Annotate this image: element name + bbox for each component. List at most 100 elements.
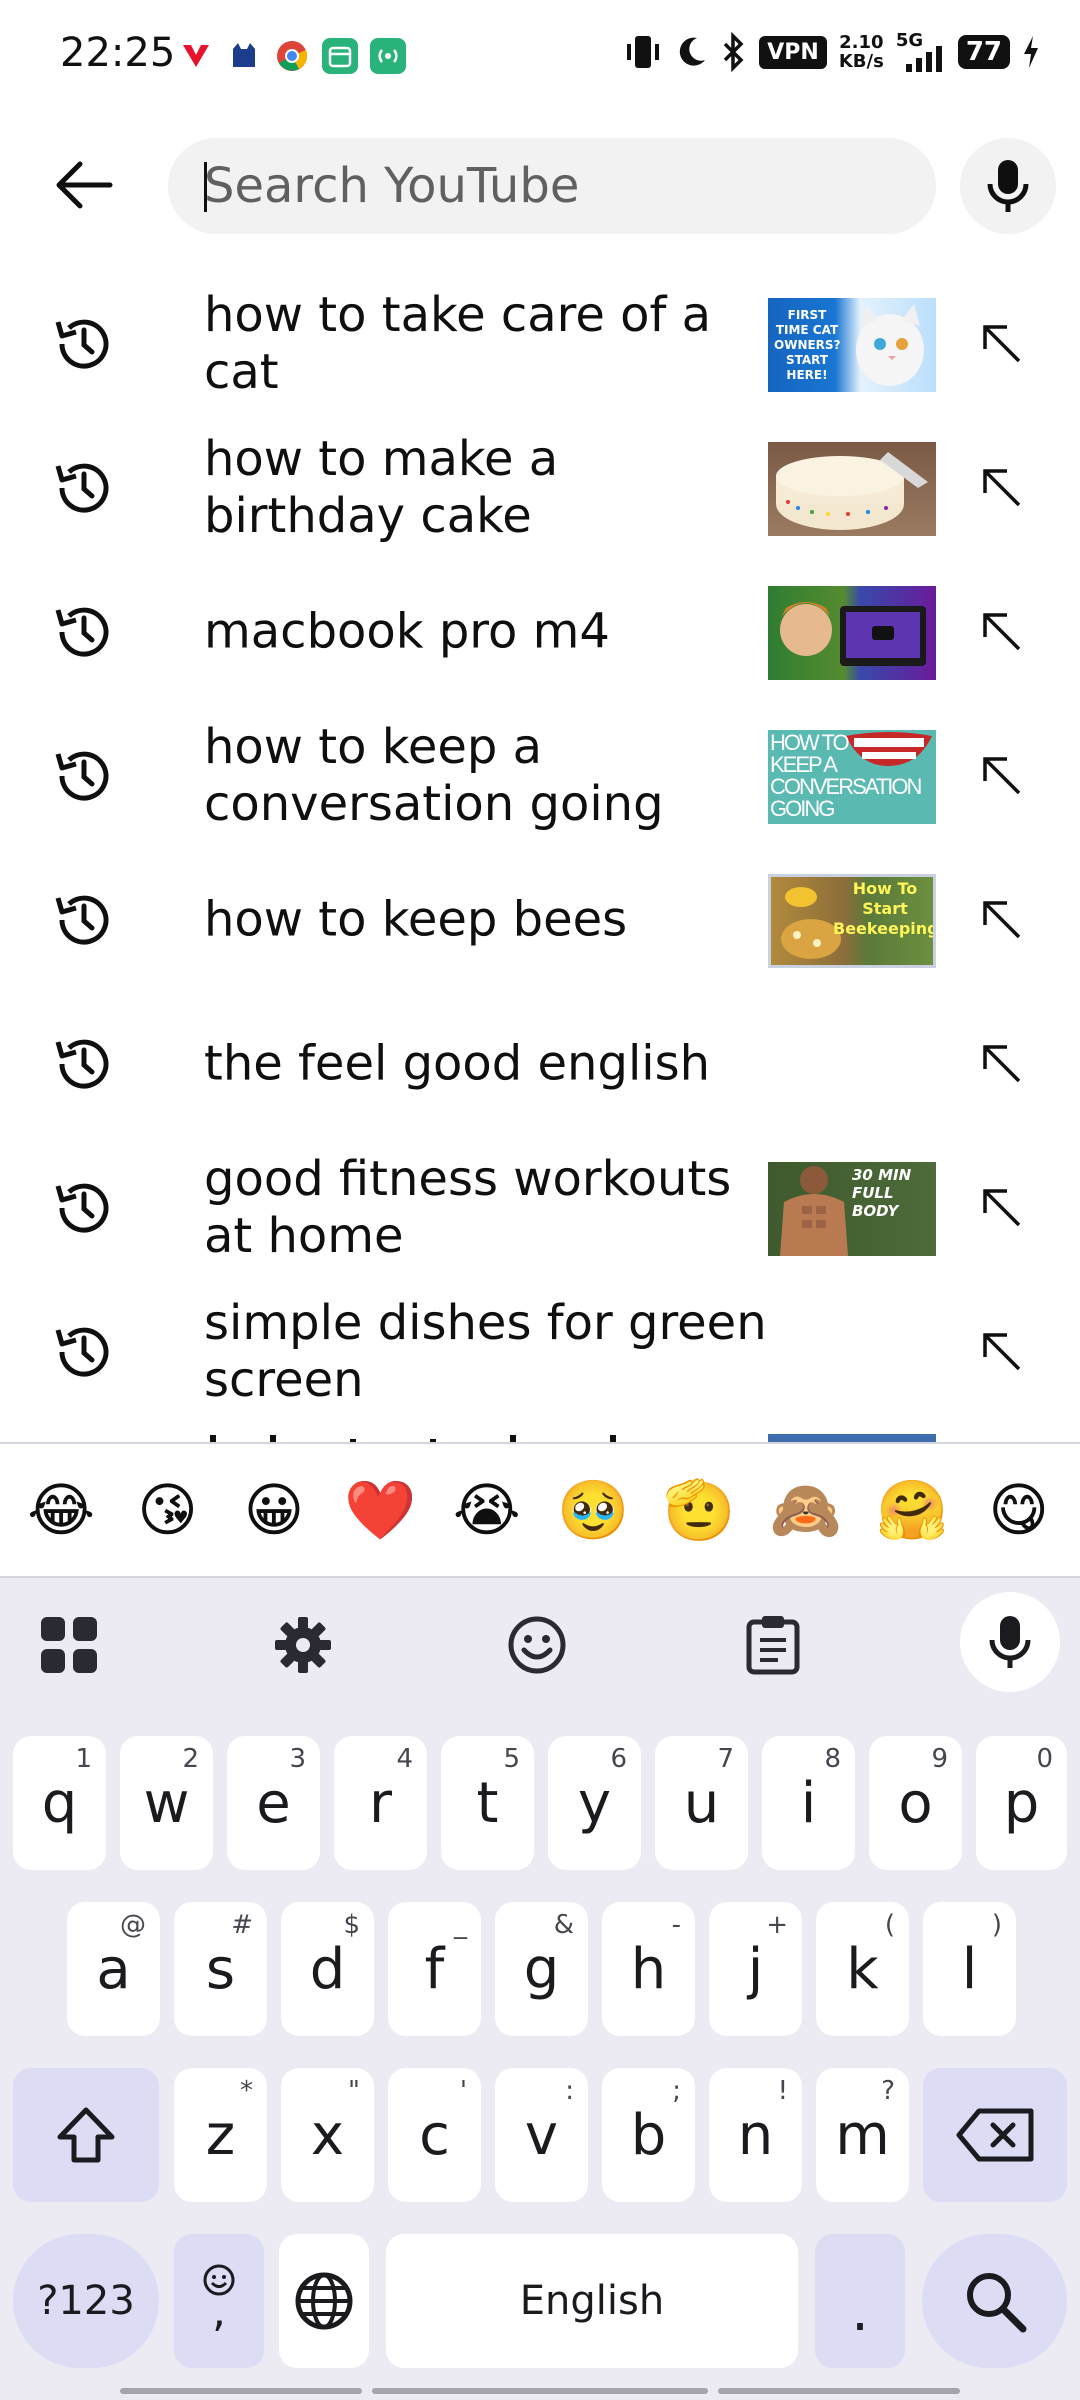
fill-query-button[interactable] [966, 308, 1036, 378]
suggestion-row[interactable]: how to make a birthday cake [0, 416, 1080, 560]
emoji-key[interactable]: 😘 [120, 1476, 216, 1544]
partial-thumbnail [768, 1434, 936, 1442]
key-i[interactable]: i8 [762, 1736, 855, 1870]
search-box[interactable] [168, 138, 936, 234]
fill-query-button[interactable] [966, 1316, 1036, 1386]
key-d[interactable]: d $ [281, 1902, 374, 2036]
key-label: , [212, 2286, 226, 2337]
key-u[interactable]: u7 [655, 1736, 748, 1870]
keyboard-voice-button[interactable] [960, 1592, 1060, 1692]
key-label: j [747, 1936, 764, 2002]
key-j[interactable]: j + [709, 1902, 802, 2036]
voice-search-button[interactable] [960, 138, 1056, 234]
space-key[interactable]: English [386, 2234, 798, 2368]
fill-query-button[interactable] [966, 1172, 1036, 1242]
key-y[interactable]: y6 [548, 1736, 641, 1870]
thumbnail-caption: FIRST TIME CAT OWNERS? START HERE! [774, 308, 841, 382]
key-a[interactable]: a @ [67, 1902, 160, 2036]
fill-query-button[interactable] [966, 884, 1036, 954]
fill-query-button[interactable] [966, 452, 1036, 522]
clipboard-button[interactable] [728, 1600, 818, 1690]
emoji-key[interactable]: 🫡 [652, 1476, 748, 1545]
comma-key[interactable]: , [174, 2234, 264, 2368]
key-hint: _ [454, 1910, 467, 1940]
key-g[interactable]: g & [495, 1902, 588, 2036]
emoji-key[interactable]: 😂 [13, 1476, 109, 1544]
key-p[interactable]: p0 [976, 1736, 1067, 1870]
key-label: English [519, 2278, 665, 2324]
globe-icon [295, 2272, 353, 2330]
fill-query-button[interactable] [966, 596, 1036, 666]
key-hint: : [565, 2076, 574, 2106]
emoji-key[interactable]: 🥹 [545, 1476, 641, 1545]
key-l[interactable]: l) [923, 1902, 1016, 2036]
key-f[interactable]: f _ [388, 1902, 481, 2036]
suggestion-text: simple dishes for green screen [204, 1295, 767, 1408]
period-key[interactable]: . [815, 2234, 905, 2368]
history-icon [44, 888, 124, 952]
suggestion-row[interactable]: how to keep bees How To Start Beekeeping [0, 848, 1080, 992]
key-hint: 3 [289, 1744, 306, 1774]
key-hint: 6 [610, 1744, 627, 1774]
key-z[interactable]: z * [174, 2068, 267, 2202]
charging-icon [1024, 36, 1038, 68]
key-label: u [683, 1770, 720, 1836]
suggestion-row[interactable]: good fitness workouts at home 30 MIN FUL… [0, 1136, 1080, 1280]
key-hint: 2 [182, 1744, 199, 1774]
back-button[interactable] [44, 150, 124, 220]
emoji-key[interactable]: 🤗 [864, 1476, 960, 1545]
emoji-keyboard-button[interactable] [492, 1600, 582, 1690]
key-v[interactable]: v: [495, 2068, 588, 2202]
emoji-key[interactable]: 😋 [971, 1476, 1067, 1544]
key-o[interactable]: o9 [869, 1736, 962, 1870]
key-n[interactable]: n! [709, 2068, 802, 2202]
nav-gesture-handle[interactable] [372, 2388, 708, 2394]
symbols-key[interactable]: ?123 [13, 2234, 159, 2368]
suggestion-row[interactable]: macbook pro m4 [0, 560, 1080, 704]
key-label: s [205, 1936, 236, 2002]
suggestion-row[interactable]: simple dishes for green screen [0, 1280, 1080, 1424]
key-t[interactable]: t5 [441, 1736, 534, 1870]
key-e[interactable]: e3 [227, 1736, 320, 1870]
suggestion-row[interactable]: the feel good english [0, 992, 1080, 1136]
search-icon [966, 2273, 1026, 2333]
arrow-up-left-icon [983, 613, 1021, 651]
chrome-icon [274, 38, 310, 74]
language-key[interactable] [279, 2234, 369, 2368]
key-s[interactable]: s # [174, 1902, 267, 2036]
key-label: m [835, 2102, 890, 2168]
apps-grid-button[interactable] [24, 1600, 114, 1690]
nav-line [120, 2388, 362, 2394]
key-h[interactable]: h- [602, 1902, 695, 2036]
suggestion-text: how to keep bees [204, 891, 628, 948]
suggestion-row-partial[interactable] [0, 1424, 1080, 1442]
suggestion-thumbnail: 30 MIN FULL BODY [768, 1162, 936, 1256]
key-c[interactable]: c ' [388, 2068, 481, 2202]
backspace-key[interactable] [923, 2068, 1067, 2202]
key-w[interactable]: w2 [120, 1736, 213, 1870]
key-b[interactable]: b; [602, 2068, 695, 2202]
emoji-key[interactable]: 🙈 [758, 1476, 854, 1545]
key-hint: 0 [1036, 1744, 1053, 1774]
fill-query-button[interactable] [966, 1028, 1036, 1098]
fill-query-button[interactable] [966, 740, 1036, 810]
suggestion-row[interactable]: how to take care of a cat FIRST TIME CAT… [0, 272, 1080, 416]
arrow-up-left-icon [983, 757, 1021, 795]
history-icon [44, 456, 124, 520]
key-q[interactable]: q1 [13, 1736, 106, 1870]
suggestion-row[interactable]: how to keep a conversation going HOW TO … [0, 704, 1080, 848]
emoji-key[interactable]: 😭 [439, 1476, 535, 1544]
key-hint: 1 [75, 1744, 92, 1774]
search-input[interactable] [204, 138, 904, 234]
key-label: b [630, 2102, 667, 2168]
key-m[interactable]: m? [816, 2068, 909, 2202]
search-action-key[interactable] [922, 2234, 1067, 2368]
emoji-key[interactable]: 😀 [226, 1476, 322, 1544]
key-k[interactable]: k( [816, 1902, 909, 2036]
emoji-key[interactable]: ❤️ [332, 1476, 428, 1545]
arrow-up-left-icon [983, 1333, 1021, 1371]
keyboard-settings-button[interactable] [258, 1600, 348, 1690]
shift-key[interactable] [13, 2068, 159, 2202]
key-r[interactable]: r4 [334, 1736, 427, 1870]
key-x[interactable]: x " [281, 2068, 374, 2202]
